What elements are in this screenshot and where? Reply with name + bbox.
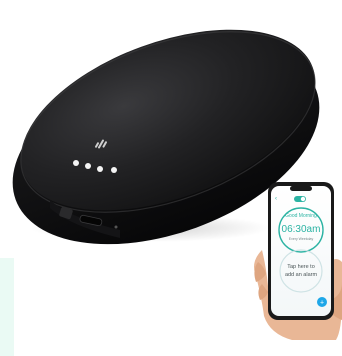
add-alarm-line2: add an alarm	[285, 272, 318, 278]
status-led	[111, 167, 117, 173]
greeting-text: Good Morning	[285, 213, 317, 219]
phone-notch	[290, 186, 312, 191]
alarm-subtitle: Every Weekday	[289, 237, 314, 241]
plus-icon: +	[320, 300, 324, 307]
alarm-time: 06:30am	[282, 224, 321, 235]
product-scene: ‹ Good Morning 06:30am Every Weekday Tap…	[12, 29, 342, 340]
add-alarm-line1: Tap here to	[287, 264, 315, 270]
status-led	[97, 166, 103, 172]
status-led	[85, 163, 91, 169]
phone-screen	[271, 186, 331, 316]
reset-pinhole	[114, 225, 118, 229]
status-led	[73, 160, 79, 166]
smartphone: ‹ Good Morning 06:30am Every Weekday Tap…	[268, 182, 334, 320]
back-chevron-icon[interactable]: ‹	[275, 196, 277, 202]
